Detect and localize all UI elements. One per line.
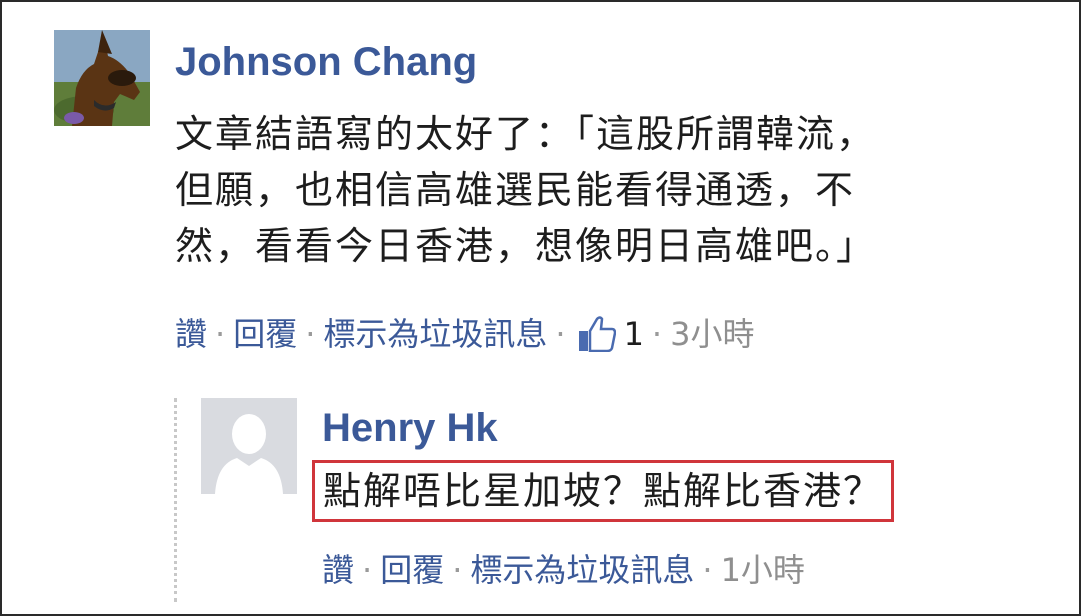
report-spam-link[interactable]: 標示為垃圾訊息: [323, 314, 547, 354]
avatar[interactable]: [54, 30, 150, 126]
screenshot-frame: [0, 0, 1081, 616]
reply-author[interactable]: Henry Hk: [322, 402, 498, 454]
reply-link[interactable]: 回覆: [380, 550, 444, 590]
comment-text-line: 但願，也相信高雄選民能看得通透，不: [175, 168, 856, 212]
comment-text: 文章結語寫的太好了：「這股所謂韓流， 但願，也相信高雄選民能看得通透，不 然，看…: [175, 106, 995, 274]
reply-link[interactable]: 回覆: [233, 314, 297, 354]
comment-actions: 讚 · 回覆 · 標示為垃圾訊息 · 1 · 3小時: [175, 314, 754, 354]
comment-author[interactable]: Johnson Chang: [175, 36, 477, 88]
separator: ·: [452, 551, 463, 589]
separator: ·: [215, 315, 226, 353]
comment-text-line: 文章結語寫的太好了：「這股所謂韓流，: [175, 112, 877, 156]
timestamp[interactable]: 1小時: [721, 550, 805, 590]
reply-actions: 讚 · 回覆 · 標示為垃圾訊息 · 1小時: [322, 550, 805, 590]
timestamp[interactable]: 3小時: [670, 314, 754, 354]
reply-text: 點解唔比星加坡？點解比香港？: [312, 460, 895, 522]
default-profile-silhouette-icon: [201, 398, 297, 494]
separator: ·: [702, 551, 713, 589]
separator: ·: [555, 315, 566, 353]
avatar[interactable]: [201, 398, 297, 494]
separator: ·: [362, 551, 373, 589]
separator: ·: [305, 315, 316, 353]
like-count[interactable]: 1: [624, 314, 644, 354]
like-link[interactable]: 讚: [322, 550, 354, 590]
like-link[interactable]: 讚: [175, 314, 207, 354]
comment-text-line: 然，看看今日香港，想像明日高雄吧。」: [175, 224, 877, 268]
reply-thread-line: [174, 398, 177, 602]
separator: ·: [651, 315, 663, 353]
dog-photo-avatar-icon: [54, 30, 150, 126]
thumbs-up-icon[interactable]: [578, 316, 616, 353]
report-spam-link[interactable]: 標示為垃圾訊息: [470, 550, 694, 590]
